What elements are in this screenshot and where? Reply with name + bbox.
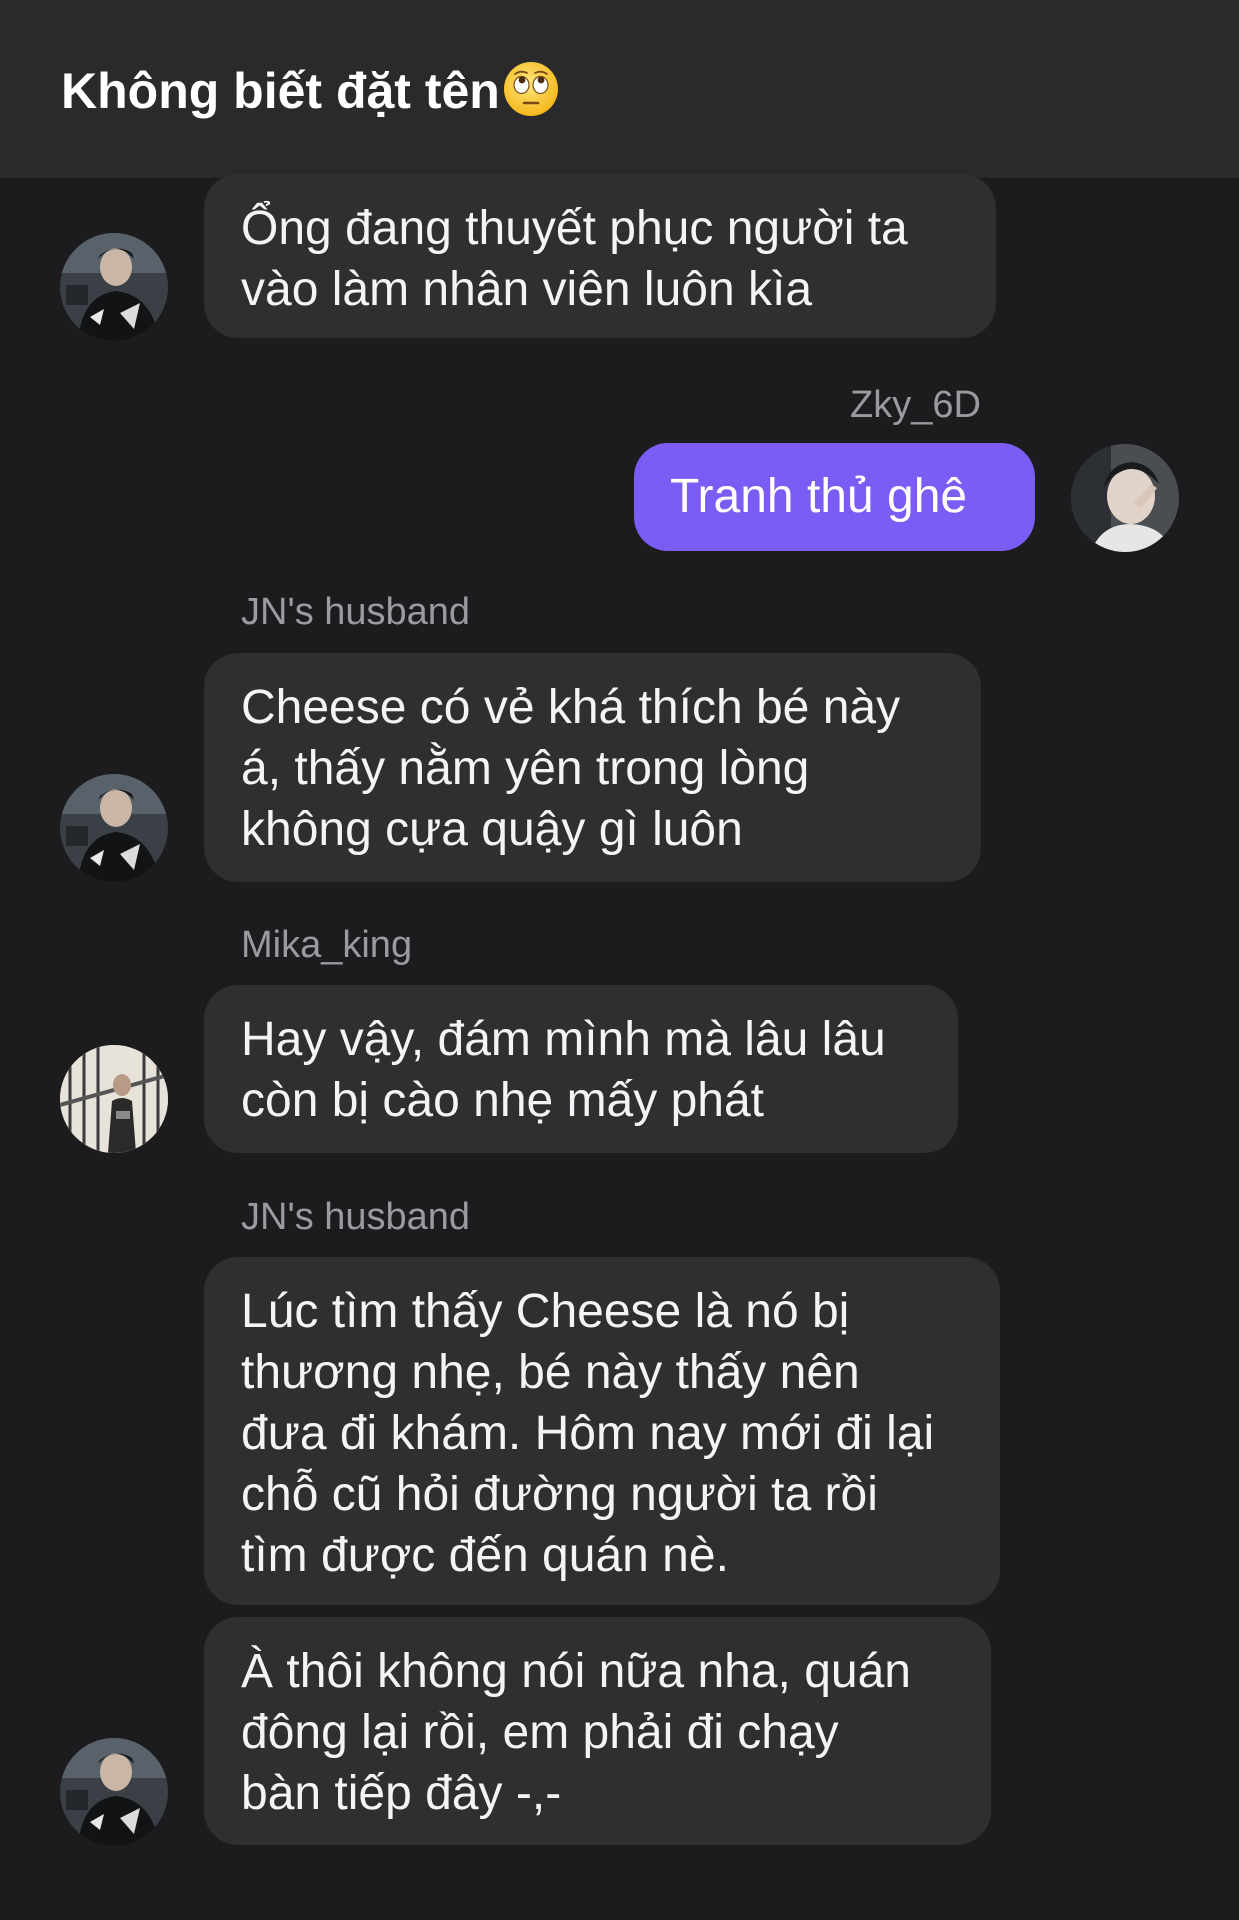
chat-title[interactable]: Không biết đặt tên [61, 58, 560, 124]
avatar[interactable] [60, 774, 168, 882]
user-zky-avatar-icon [1071, 444, 1179, 552]
chat-title-text: Không biết đặt tên [61, 63, 500, 119]
sender-name: Mika_king [241, 924, 413, 966]
message-text: Tranh thủ ghê [670, 470, 968, 523]
message-text: chỗ cũ hỏi đường người ta rồi [241, 1468, 878, 1521]
sender-name: JN's husband [241, 591, 471, 633]
message-bubble[interactable]: Lúc tìm thấy Cheese là nó bị thương nhẹ,… [204, 1257, 1000, 1605]
user-jn-avatar-icon [60, 233, 168, 341]
message-text: vào làm nhân viên luôn kìa [241, 263, 813, 316]
message-bubble[interactable]: Ổng đang thuyết phục người ta vào làm nh… [204, 174, 996, 338]
avatar[interactable] [60, 1045, 168, 1153]
message-text: À thôi không nói nữa nha, quán [241, 1645, 911, 1698]
user-mika-avatar-icon [60, 1045, 168, 1153]
chat-header: Không biết đặt tên [0, 0, 1239, 178]
avatar[interactable] [1071, 444, 1179, 552]
avatar[interactable] [60, 1738, 168, 1846]
message-text: Hay vậy, đám mình mà lâu lâu [241, 1013, 886, 1066]
message-text: á, thấy nằm yên trong lòng [241, 742, 810, 795]
my-message-bubble[interactable]: Tranh thủ ghê [634, 443, 1035, 551]
message-text: đưa đi khám. Hôm nay mới đi lại [241, 1407, 935, 1460]
sender-name: Zky_6D [850, 384, 981, 426]
message-text: thương nhẹ, bé này thấy nên [241, 1346, 860, 1399]
message-text: đông lại rồi, em phải đi chạy [241, 1706, 839, 1759]
user-jn-avatar-icon [60, 1738, 168, 1846]
message-bubble[interactable]: À thôi không nói nữa nha, quán đông lại … [204, 1617, 991, 1845]
message-text: Lúc tìm thấy Cheese là nó bị [241, 1285, 850, 1338]
sender-name: JN's husband [241, 1196, 471, 1238]
message-text: Ổng đang thuyết phục người ta [241, 202, 908, 255]
message-bubble[interactable]: Hay vậy, đám mình mà lâu lâu còn bị cào … [204, 985, 958, 1153]
message-text: tìm được đến quán nè. [241, 1529, 729, 1582]
avatar[interactable] [60, 233, 168, 341]
message-text: Cheese có vẻ khá thích bé này [241, 681, 901, 734]
face-with-rolling-eyes-icon [502, 60, 560, 118]
message-text: còn bị cào nhẹ mấy phát [241, 1074, 765, 1127]
user-jn-avatar-icon [60, 774, 168, 882]
message-list[interactable]: Ổng đang thuyết phục người ta vào làm nh… [0, 174, 1239, 1920]
message-bubble[interactable]: Cheese có vẻ khá thích bé này á, thấy nằ… [204, 653, 981, 882]
message-text: bàn tiếp đây -,- [241, 1767, 562, 1820]
message-text: không cựa quậy gì luôn [241, 803, 743, 856]
